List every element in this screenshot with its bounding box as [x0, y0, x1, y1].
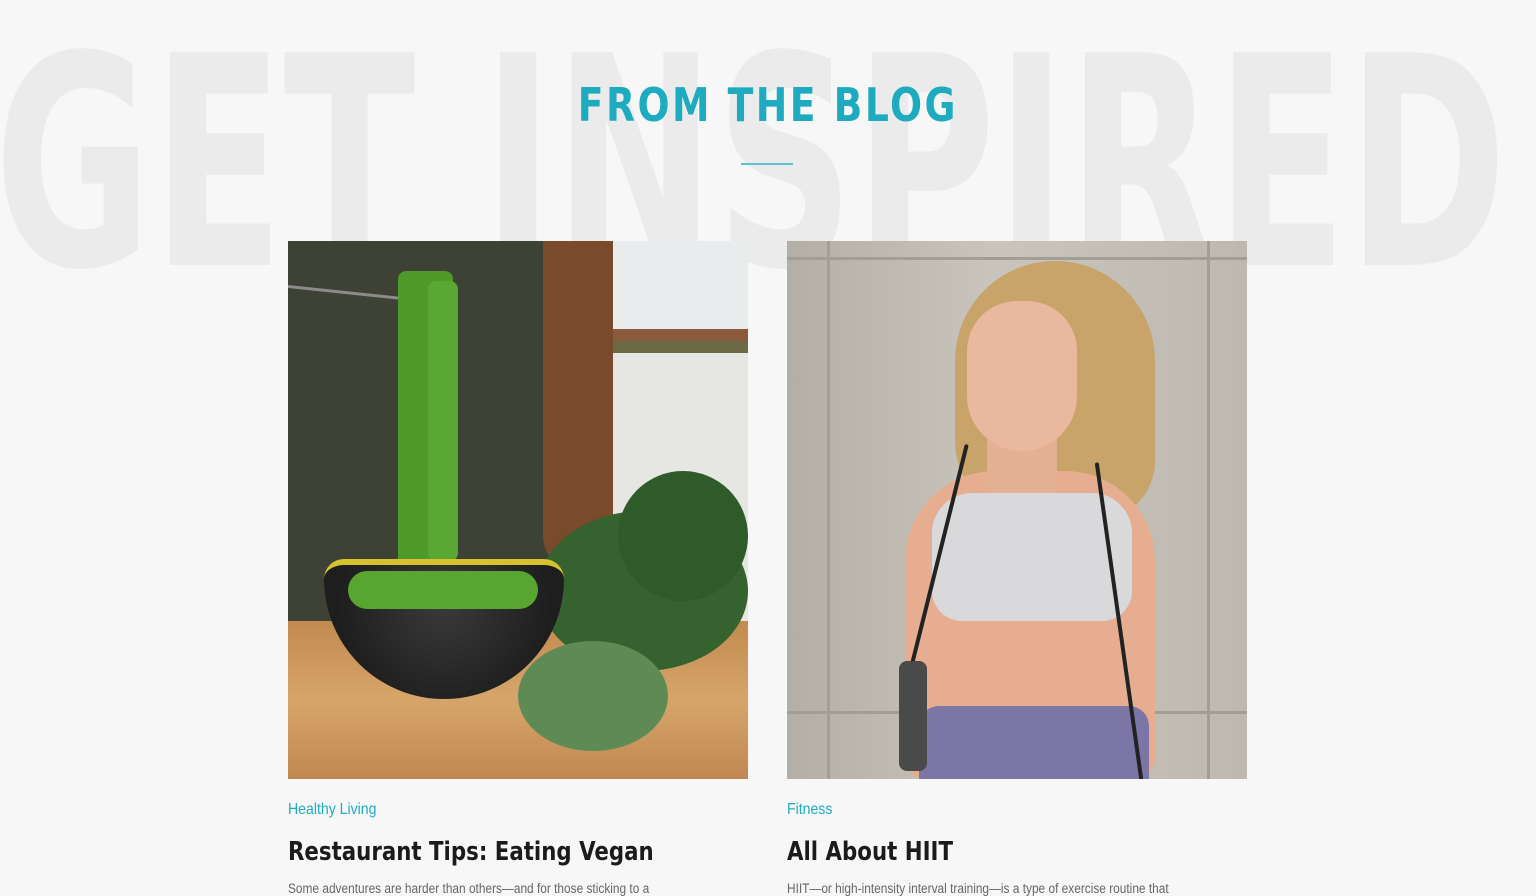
post-excerpt: HIIT—or high-intensity interval training…	[787, 881, 1169, 896]
blog-card: Fitness All About HIIT HIIT—or high-inte…	[787, 241, 1247, 896]
post-image[interactable]	[288, 241, 748, 779]
section-title-text: FROM THE BLOG	[577, 78, 959, 132]
post-category-link[interactable]: Healthy Living	[288, 801, 748, 821]
title-divider	[741, 163, 793, 165]
post-title-link[interactable]: All About HIIT	[787, 837, 1247, 867]
post-image[interactable]	[787, 241, 1247, 779]
blog-card: Healthy Living Restaurant Tips: Eating V…	[288, 241, 748, 896]
blog-section: GET INSPIRED FROM THE BLOG Healthy Livin…	[0, 0, 1536, 896]
post-title-link[interactable]: Restaurant Tips: Eating Vegan	[288, 837, 748, 867]
section-title: FROM THE BLOG	[0, 78, 1536, 132]
post-category-link[interactable]: Fitness	[787, 801, 1247, 821]
post-excerpt: Some adventures are harder than others—a…	[288, 881, 650, 896]
